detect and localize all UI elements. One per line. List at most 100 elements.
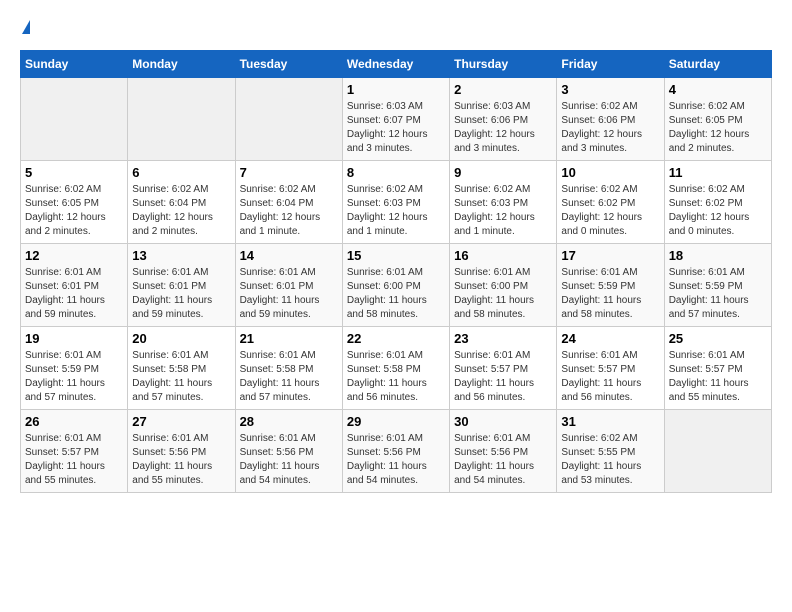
day-number: 24: [561, 331, 659, 346]
calendar-cell: 3 Sunrise: 6:02 AM Sunset: 6:06 PM Daylig…: [557, 78, 664, 161]
day-number: 28: [240, 414, 338, 429]
calendar-cell: 20 Sunrise: 6:01 AM Sunset: 5:58 PM Dayli…: [128, 327, 235, 410]
day-info: Sunrise: 6:02 AM Sunset: 6:05 PM Dayligh…: [669, 100, 767, 156]
day-info: Sunrise: 6:01 AM Sunset: 5:57 PM Dayligh…: [561, 349, 659, 405]
day-info: Sunrise: 6:01 AM Sunset: 5:58 PM Dayligh…: [347, 349, 445, 405]
calendar-cell: [128, 78, 235, 161]
day-info: Sunrise: 6:02 AM Sunset: 6:03 PM Dayligh…: [454, 183, 552, 239]
calendar-cell: 16 Sunrise: 6:01 AM Sunset: 6:00 PM Dayli…: [450, 244, 557, 327]
calendar-week-3: 12 Sunrise: 6:01 AM Sunset: 6:01 PM Dayli…: [21, 244, 772, 327]
day-info: Sunrise: 6:02 AM Sunset: 6:03 PM Dayligh…: [347, 183, 445, 239]
day-number: 1: [347, 82, 445, 97]
day-number: 20: [132, 331, 230, 346]
day-number: 31: [561, 414, 659, 429]
day-number: 13: [132, 248, 230, 263]
logo: [20, 20, 30, 34]
calendar-cell: 28 Sunrise: 6:01 AM Sunset: 5:56 PM Dayli…: [235, 410, 342, 493]
calendar-week-1: 1 Sunrise: 6:03 AM Sunset: 6:07 PM Daylig…: [21, 78, 772, 161]
calendar-cell: 5 Sunrise: 6:02 AM Sunset: 6:05 PM Daylig…: [21, 161, 128, 244]
calendar-cell: 18Sunrise: 6:01 AM Sunset: 5:59 PM Dayli…: [664, 244, 771, 327]
day-number: 3: [561, 82, 659, 97]
day-number: 11: [669, 165, 767, 180]
weekday-header-thursday: Thursday: [450, 51, 557, 78]
day-info: Sunrise: 6:02 AM Sunset: 6:02 PM Dayligh…: [561, 183, 659, 239]
calendar-cell: 24 Sunrise: 6:01 AM Sunset: 5:57 PM Dayli…: [557, 327, 664, 410]
day-info: Sunrise: 6:01 AM Sunset: 5:56 PM Dayligh…: [454, 432, 552, 488]
day-info: Sunrise: 6:01 AM Sunset: 5:56 PM Dayligh…: [240, 432, 338, 488]
calendar-cell: 10 Sunrise: 6:02 AM Sunset: 6:02 PM Dayli…: [557, 161, 664, 244]
day-info: Sunrise: 6:01 AM Sunset: 5:59 PM Dayligh…: [25, 349, 123, 405]
day-number: 9: [454, 165, 552, 180]
calendar-cell: 27 Sunrise: 6:01 AM Sunset: 5:56 PM Dayli…: [128, 410, 235, 493]
day-info: Sunrise: 6:01 AM Sunset: 6:01 PM Dayligh…: [132, 266, 230, 322]
calendar-cell: 23 Sunrise: 6:01 AM Sunset: 5:57 PM Dayli…: [450, 327, 557, 410]
day-number: 15: [347, 248, 445, 263]
day-number: 2: [454, 82, 552, 97]
calendar-cell: 6Sunrise: 6:02 AM Sunset: 6:04 PM Daylig…: [128, 161, 235, 244]
day-number: 25: [669, 331, 767, 346]
day-info: Sunrise: 6:03 AM Sunset: 6:07 PM Dayligh…: [347, 100, 445, 156]
day-number: 10: [561, 165, 659, 180]
day-info: Sunrise: 6:01 AM Sunset: 6:00 PM Dayligh…: [454, 266, 552, 322]
day-number: 5: [25, 165, 123, 180]
calendar-table: SundayMondayTuesdayWednesdayThursdayFrid…: [20, 50, 772, 493]
day-number: 23: [454, 331, 552, 346]
calendar-week-5: 26 Sunrise: 6:01 AM Sunset: 5:57 PM Dayli…: [21, 410, 772, 493]
calendar-cell: 7Sunrise: 6:02 AM Sunset: 6:04 PM Daylig…: [235, 161, 342, 244]
day-number: 8: [347, 165, 445, 180]
logo-triangle-icon: [22, 20, 30, 34]
calendar-cell: 8 Sunrise: 6:02 AM Sunset: 6:03 PM Daylig…: [342, 161, 449, 244]
day-number: 19: [25, 331, 123, 346]
calendar-week-2: 5 Sunrise: 6:02 AM Sunset: 6:05 PM Daylig…: [21, 161, 772, 244]
day-info: Sunrise: 6:01 AM Sunset: 5:56 PM Dayligh…: [132, 432, 230, 488]
day-info: Sunrise: 6:01 AM Sunset: 5:58 PM Dayligh…: [240, 349, 338, 405]
calendar-cell: 14 Sunrise: 6:01 AM Sunset: 6:01 PM Dayli…: [235, 244, 342, 327]
day-number: 16: [454, 248, 552, 263]
calendar-cell: 19 Sunrise: 6:01 AM Sunset: 5:59 PM Dayli…: [21, 327, 128, 410]
day-number: 14: [240, 248, 338, 263]
day-number: 4: [669, 82, 767, 97]
calendar-cell: 2 Sunrise: 6:03 AM Sunset: 6:06 PM Daylig…: [450, 78, 557, 161]
calendar-cell: 29 Sunrise: 6:01 AM Sunset: 5:56 PM Dayli…: [342, 410, 449, 493]
calendar-cell: 4 Sunrise: 6:02 AM Sunset: 6:05 PM Daylig…: [664, 78, 771, 161]
day-info: Sunrise: 6:01 AM Sunset: 5:58 PM Dayligh…: [132, 349, 230, 405]
calendar-cell: [21, 78, 128, 161]
calendar-cell: 30 Sunrise: 6:01 AM Sunset: 5:56 PM Dayli…: [450, 410, 557, 493]
day-info: Sunrise: 6:01 AM Sunset: 5:59 PM Dayligh…: [669, 266, 767, 322]
calendar-week-4: 19 Sunrise: 6:01 AM Sunset: 5:59 PM Dayli…: [21, 327, 772, 410]
day-info: Sunrise: 6:02 AM Sunset: 6:02 PM Dayligh…: [669, 183, 767, 239]
calendar-cell: 17Sunrise: 6:01 AM Sunset: 5:59 PM Dayli…: [557, 244, 664, 327]
calendar-cell: 1 Sunrise: 6:03 AM Sunset: 6:07 PM Daylig…: [342, 78, 449, 161]
day-number: 21: [240, 331, 338, 346]
day-info: Sunrise: 6:01 AM Sunset: 6:01 PM Dayligh…: [25, 266, 123, 322]
calendar-cell: 22Sunrise: 6:01 AM Sunset: 5:58 PM Dayli…: [342, 327, 449, 410]
calendar-cell: 31 Sunrise: 6:02 AM Sunset: 5:55 PM Dayli…: [557, 410, 664, 493]
day-number: 27: [132, 414, 230, 429]
calendar-cell: 25 Sunrise: 6:01 AM Sunset: 5:57 PM Dayli…: [664, 327, 771, 410]
day-number: 29: [347, 414, 445, 429]
weekday-header-wednesday: Wednesday: [342, 51, 449, 78]
calendar-cell: [664, 410, 771, 493]
day-info: Sunrise: 6:02 AM Sunset: 5:55 PM Dayligh…: [561, 432, 659, 488]
day-number: 12: [25, 248, 123, 263]
day-info: Sunrise: 6:03 AM Sunset: 6:06 PM Dayligh…: [454, 100, 552, 156]
day-info: Sunrise: 6:02 AM Sunset: 6:06 PM Dayligh…: [561, 100, 659, 156]
calendar-cell: 9 Sunrise: 6:02 AM Sunset: 6:03 PM Daylig…: [450, 161, 557, 244]
day-info: Sunrise: 6:02 AM Sunset: 6:05 PM Dayligh…: [25, 183, 123, 239]
day-info: Sunrise: 6:01 AM Sunset: 5:56 PM Dayligh…: [347, 432, 445, 488]
calendar-cell: 15Sunrise: 6:01 AM Sunset: 6:00 PM Dayli…: [342, 244, 449, 327]
weekday-header-saturday: Saturday: [664, 51, 771, 78]
weekday-header-tuesday: Tuesday: [235, 51, 342, 78]
day-info: Sunrise: 6:01 AM Sunset: 6:01 PM Dayligh…: [240, 266, 338, 322]
day-info: Sunrise: 6:01 AM Sunset: 5:57 PM Dayligh…: [25, 432, 123, 488]
day-number: 30: [454, 414, 552, 429]
day-number: 26: [25, 414, 123, 429]
day-info: Sunrise: 6:01 AM Sunset: 5:57 PM Dayligh…: [454, 349, 552, 405]
calendar-cell: 13 Sunrise: 6:01 AM Sunset: 6:01 PM Dayli…: [128, 244, 235, 327]
day-number: 6: [132, 165, 230, 180]
calendar-cell: 12 Sunrise: 6:01 AM Sunset: 6:01 PM Dayli…: [21, 244, 128, 327]
calendar-cell: 11 Sunrise: 6:02 AM Sunset: 6:02 PM Dayli…: [664, 161, 771, 244]
day-number: 7: [240, 165, 338, 180]
day-info: Sunrise: 6:01 AM Sunset: 5:57 PM Dayligh…: [669, 349, 767, 405]
day-number: 17: [561, 248, 659, 263]
